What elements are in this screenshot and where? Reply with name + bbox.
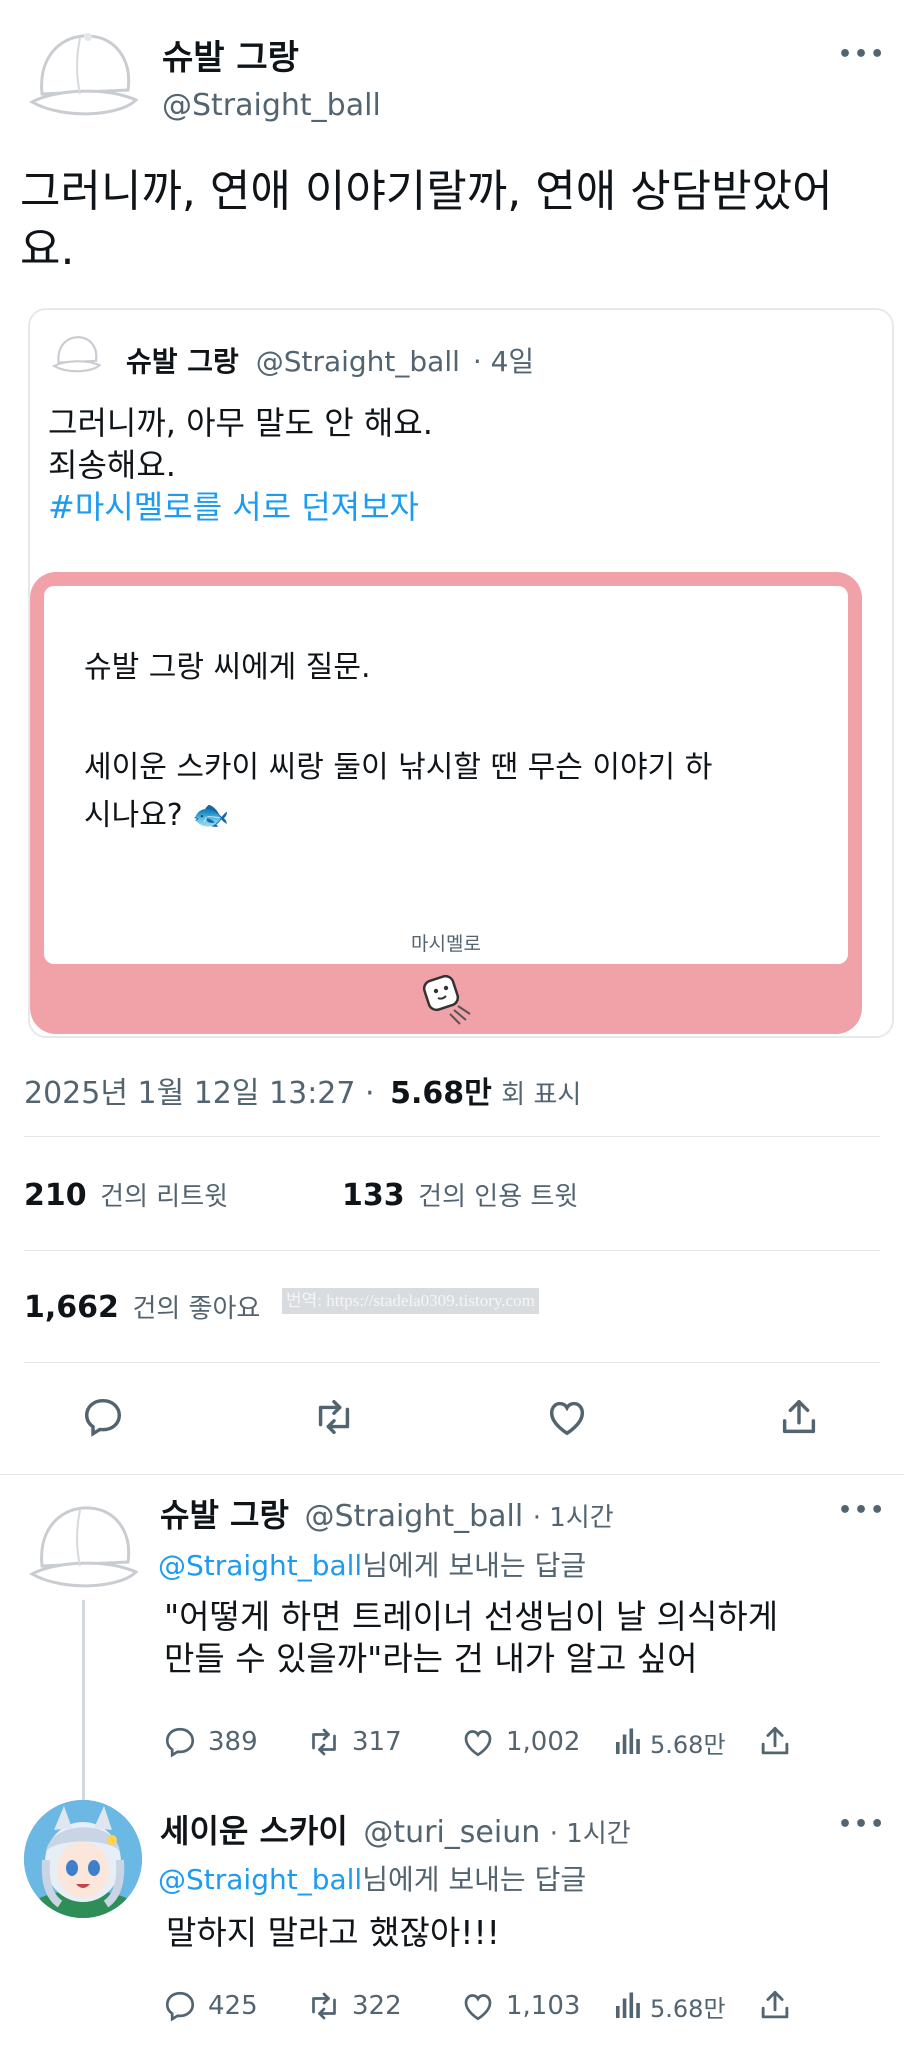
question-line: 세이운 스카이 씨랑 둘이 낚시할 땐 무슨 이야기 하 bbox=[84, 750, 713, 785]
retweets-count: 210 bbox=[24, 1178, 87, 1213]
reply-to-handle[interactable]: @Straight_ball bbox=[158, 1549, 362, 1582]
divider bbox=[24, 1250, 880, 1251]
tweet-timestamp[interactable]: 2025년 1월 12일 13:27 · bbox=[24, 1076, 375, 1111]
views-icon bbox=[616, 1992, 640, 2018]
character-avatar-image bbox=[24, 1800, 142, 1918]
marshmallow-question-box: 슈발 그랑 씨에게 질문. 세이운 스카이 씨랑 둘이 낚시할 땐 무슨 이야기… bbox=[44, 586, 848, 964]
reply-time[interactable]: · 1시간 bbox=[550, 1819, 631, 1849]
quotes-count: 133 bbox=[342, 1178, 405, 1213]
like-count[interactable]: 1,002 bbox=[460, 1724, 580, 1760]
retweet-count-value: 322 bbox=[352, 1991, 402, 2021]
divider bbox=[24, 1362, 880, 1363]
reply-to-label: 님에게 보내는 답글 bbox=[362, 1549, 587, 1582]
reply-count[interactable]: 389 bbox=[162, 1724, 258, 1760]
reply-text: 말하지 말라고 했잖아!!! bbox=[166, 1913, 500, 1952]
author-name[interactable]: 슈발 그랑 bbox=[162, 30, 299, 79]
retweet-count[interactable]: 317 bbox=[306, 1724, 402, 1760]
cap-avatar-image bbox=[28, 33, 139, 116]
quote-tweet[interactable]: 슈발 그랑 @Straight_ball · 4일 그러니까, 아무 말도 안 … bbox=[28, 308, 894, 1038]
tweet-text: 그러니까, 연애 이야기랄까, 연애 상담받았어요. bbox=[20, 166, 833, 275]
more-icon[interactable]: ••• bbox=[838, 1812, 886, 1837]
share-icon[interactable] bbox=[776, 1394, 822, 1440]
reply-text-line: 만들 수 있을까"라는 건 내가 알고 싶어 bbox=[164, 1639, 698, 1678]
views-count[interactable]: 5.68만 bbox=[610, 1724, 726, 1760]
reply-count[interactable]: 425 bbox=[162, 1988, 258, 2024]
thread-line bbox=[82, 1600, 85, 1816]
divider bbox=[24, 1136, 880, 1137]
quote-author-name: 슈발 그랑 bbox=[126, 345, 239, 378]
reply-author-handle[interactable]: @turi_seiun bbox=[363, 1815, 540, 1850]
reply-time[interactable]: · 1시간 bbox=[533, 1503, 614, 1533]
retweets-stat[interactable]: 210 건의 리트윗 bbox=[24, 1176, 228, 1213]
like-icon[interactable] bbox=[544, 1394, 590, 1440]
reply-to: @Straight_ball님에게 보내는 답글 bbox=[158, 1544, 586, 1584]
reply-icon bbox=[165, 1991, 195, 2022]
more-icon[interactable]: ••• bbox=[838, 42, 886, 67]
views-count-value: 5.68만 bbox=[650, 1994, 726, 2023]
author-handle[interactable]: @Straight_ball bbox=[162, 88, 381, 123]
views-count[interactable]: 5.68만 bbox=[610, 1988, 726, 2024]
likes-count: 1,662 bbox=[24, 1290, 119, 1325]
avatar[interactable] bbox=[24, 1496, 140, 1606]
reply-icon[interactable] bbox=[80, 1394, 126, 1440]
reply-author-name[interactable]: 세이운 스카이 bbox=[160, 1812, 348, 1850]
marshmallow-card[interactable]: 슈발 그랑 씨에게 질문. 세이운 스카이 씨랑 둘이 낚시할 땐 무슨 이야기… bbox=[30, 572, 862, 1034]
translator-watermark: 번역: https://stadela0309.tistory.com bbox=[282, 1288, 539, 1314]
question-line: 슈발 그랑 씨에게 질문. bbox=[84, 650, 371, 685]
views-count-value: 5.68만 bbox=[650, 1730, 726, 1759]
marshmallow-logo-icon bbox=[416, 972, 476, 1028]
likes-stat[interactable]: 1,662 건의 좋아요 bbox=[24, 1288, 260, 1325]
divider bbox=[0, 1474, 904, 1475]
views-icon bbox=[616, 1728, 640, 1754]
reply-header: 슈발 그랑 @Straight_ball · 1시간 bbox=[160, 1490, 614, 1536]
reply-header: 세이운 스카이 @turi_seiun · 1시간 bbox=[160, 1806, 631, 1852]
views-count: 5.68만 bbox=[390, 1076, 492, 1111]
avatar[interactable] bbox=[24, 24, 140, 134]
quotes-stat[interactable]: 133 건의 인용 트윗 bbox=[342, 1176, 578, 1213]
retweet-icon[interactable] bbox=[310, 1394, 358, 1440]
like-count-value: 1,002 bbox=[506, 1727, 581, 1757]
likes-label: 건의 좋아요 bbox=[132, 1294, 261, 1324]
more-icon[interactable]: ••• bbox=[838, 1498, 886, 1523]
reply-to-label: 님에게 보내는 답글 bbox=[362, 1863, 587, 1896]
retweet-icon bbox=[312, 1728, 336, 1756]
reply-icon bbox=[165, 1727, 195, 1758]
quote-line: 죄송해요. bbox=[48, 446, 176, 484]
retweet-icon bbox=[312, 1992, 336, 2020]
quote-line: 그러니까, 아무 말도 안 해요. bbox=[48, 404, 433, 442]
quotes-label: 건의 인용 트윗 bbox=[418, 1182, 579, 1212]
like-icon bbox=[464, 1730, 492, 1757]
reply-to: @Straight_ball님에게 보내는 답글 bbox=[158, 1858, 586, 1898]
marshmallow-brand: 마시멜로 bbox=[411, 933, 481, 955]
quote-avatar bbox=[50, 332, 102, 380]
like-count[interactable]: 1,103 bbox=[460, 1988, 580, 2024]
share-icon[interactable] bbox=[756, 1986, 794, 2024]
like-count-value: 1,103 bbox=[506, 1991, 581, 2021]
like-icon bbox=[464, 1994, 492, 2021]
views-label: 회 표시 bbox=[501, 1080, 582, 1110]
retweet-count-value: 317 bbox=[352, 1727, 402, 1757]
quote-author-handle: @Straight_ball bbox=[255, 345, 460, 378]
quote-hashtag[interactable]: #마시멜로를 서로 던져보자 bbox=[48, 486, 433, 528]
reply-count-value: 389 bbox=[208, 1727, 258, 1757]
reply-author-name[interactable]: 슈발 그랑 bbox=[160, 1496, 289, 1534]
retweet-count[interactable]: 322 bbox=[306, 1988, 402, 2024]
quote-time: · 4일 bbox=[472, 345, 535, 378]
reply-text: "어떻게 하면 트레이너 선생님이 날 의식하게 만들 수 있을까"라는 건 내… bbox=[164, 1596, 778, 1680]
avatar[interactable] bbox=[24, 1800, 142, 1918]
reply-text-line: "어떻게 하면 트레이너 선생님이 날 의식하게 bbox=[164, 1597, 779, 1636]
share-icon[interactable] bbox=[756, 1722, 794, 1760]
reply-count-value: 425 bbox=[208, 1991, 258, 2021]
reply-author-handle[interactable]: @Straight_ball bbox=[304, 1499, 523, 1534]
retweets-label: 건의 리트윗 bbox=[100, 1182, 229, 1212]
question-line: 시나요? 🐟 bbox=[84, 798, 230, 833]
reply-to-handle[interactable]: @Straight_ball bbox=[158, 1863, 362, 1896]
